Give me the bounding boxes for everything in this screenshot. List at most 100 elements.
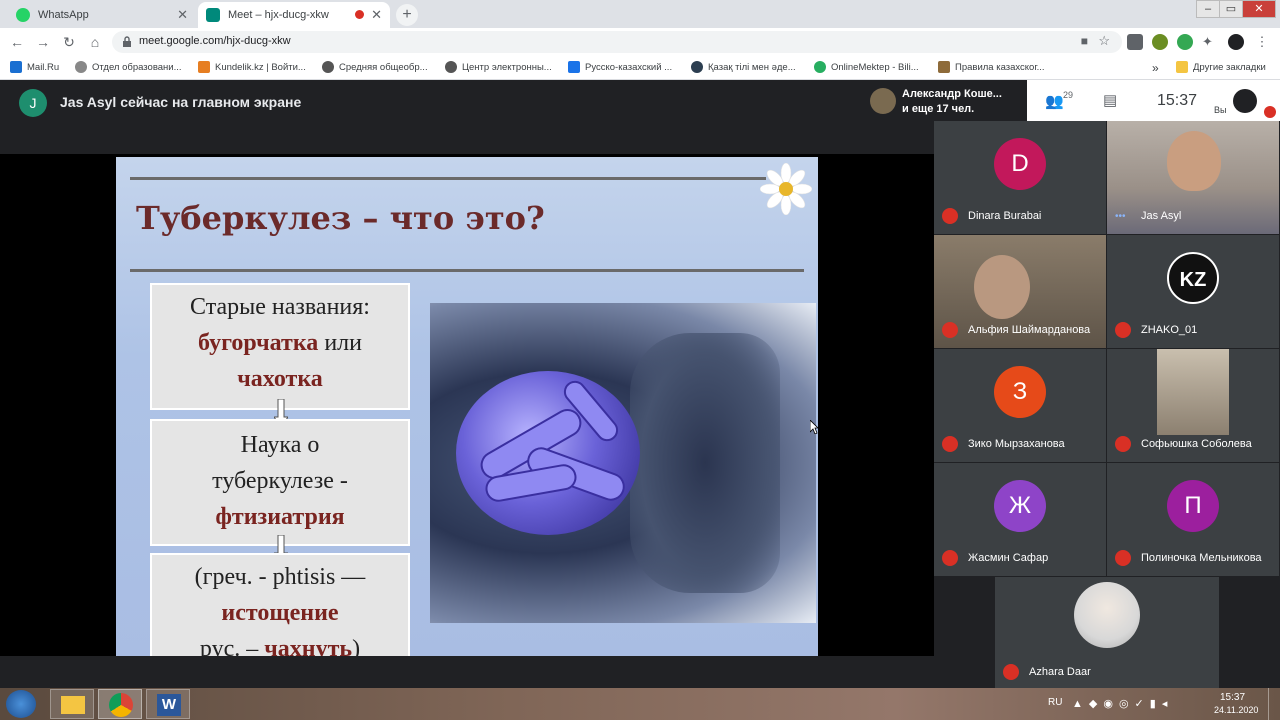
participant-tile[interactable]: П Полиночка Мельникова: [1107, 463, 1279, 576]
tab-whatsapp[interactable]: WhatsApp ✕: [8, 2, 196, 28]
recording-icon: [355, 10, 364, 19]
minimize-button[interactable]: –: [1196, 0, 1220, 18]
participant-video: [1157, 349, 1229, 435]
word-icon: W: [157, 694, 181, 716]
tray-date: 24.11.2020: [1214, 705, 1259, 715]
close-tab-icon[interactable]: ✕: [177, 7, 188, 23]
close-window-button[interactable]: ✕: [1242, 0, 1276, 18]
extension-grid-icon[interactable]: [1127, 34, 1143, 50]
mic-off-icon: [942, 208, 958, 224]
taskbar-word[interactable]: W: [146, 689, 190, 719]
home-icon[interactable]: ⌂: [86, 33, 104, 51]
meet-icon: [206, 8, 220, 22]
bookmark-item[interactable]: Kundelik.kz | Войти...: [198, 61, 306, 73]
folder-icon: [61, 696, 85, 714]
slide-box-old-names: Старые названия: бугорчатка или чахотка: [150, 283, 410, 410]
participant-name: Полиночка Мельникова: [1141, 552, 1262, 564]
speaker-name: Александр Коше...: [902, 88, 1002, 100]
slide-box-science: Наука о туберкулезе - фтизиатрия: [150, 419, 410, 546]
bookmark-item[interactable]: Mail.Ru: [10, 61, 59, 73]
language-indicator[interactable]: RU: [1048, 697, 1062, 708]
speaker-card[interactable]: Александр Коше... и еще 17 чел.: [866, 82, 1026, 120]
participant-avatar: KZ: [1167, 252, 1219, 304]
bookmark-item[interactable]: Русско-казахский ...: [568, 61, 672, 73]
slide: Туберкулез – что это? Старые названия: б…: [116, 157, 818, 656]
participant-tile[interactable]: Альфия Шаймарданова: [934, 235, 1106, 348]
mic-off-icon: [942, 436, 958, 452]
meeting-clock: 15:37: [1157, 92, 1198, 109]
lung-shadow: [630, 333, 780, 593]
globe-icon: [322, 61, 334, 73]
participant-tile[interactable]: Ж Жасмин Сафар: [934, 463, 1106, 576]
other-bookmarks-folder[interactable]: Другие закладки: [1176, 61, 1266, 73]
participant-tile[interactable]: З Зико Мырзаханова: [934, 349, 1106, 462]
slide-divider: [130, 269, 804, 272]
bookmark-item[interactable]: Правила казахског...: [938, 61, 1045, 73]
tray-icons[interactable]: ▲◆◉◎✓▮◂: [1072, 697, 1173, 710]
back-icon[interactable]: ←: [8, 33, 26, 51]
participant-tile[interactable]: ••• Jas Asyl: [1107, 121, 1279, 234]
presenting-text: Jas Asyl сейчас на главном экране: [60, 94, 302, 110]
taskbar-chrome[interactable]: [98, 689, 142, 719]
mic-off-icon: [1115, 436, 1131, 452]
bookmark-item[interactable]: Қазақ тілі мен әде...: [691, 61, 796, 73]
start-button[interactable]: [6, 690, 36, 718]
self-mic-off-icon: [1264, 106, 1276, 118]
participant-avatar: [1074, 582, 1140, 648]
maximize-button[interactable]: ▭: [1219, 0, 1243, 18]
tab-meet[interactable]: Meet – hjx-ducg-xkw ✕: [198, 2, 390, 28]
participant-name: Dinara Burabai: [968, 210, 1042, 222]
show-desktop-button[interactable]: [1268, 688, 1280, 720]
mouse-cursor-icon: [809, 419, 819, 435]
participant-avatar: З: [994, 366, 1046, 418]
participant-video: [974, 255, 1030, 319]
close-tab-icon[interactable]: ✕: [371, 7, 382, 23]
folder-icon: [1176, 61, 1188, 73]
menu-icon[interactable]: ⋮: [1254, 34, 1270, 50]
bookmark-item[interactable]: Средняя общеобр...: [322, 61, 428, 73]
globe-icon: [445, 61, 457, 73]
browser-tab-strip: WhatsApp ✕ Meet – hjx-ducg-xkw ✕ + – ▭ ✕: [0, 0, 1280, 28]
presentation-stage: Туберкулез – что это? Старые названия: б…: [0, 154, 934, 656]
daisy-icon: [759, 162, 813, 216]
extensions-puzzle-icon[interactable]: ✦: [1202, 34, 1218, 50]
camera-icon[interactable]: ■: [1081, 34, 1088, 48]
people-icon[interactable]: 👥: [1045, 92, 1064, 110]
participant-video: [1167, 131, 1221, 191]
presentation-banner: J Jas Asyl сейчас на главном экране: [0, 80, 934, 124]
bookmark-item[interactable]: OnlineMektep - Bili...: [814, 61, 919, 73]
bookmark-item[interactable]: Отдел образовани...: [75, 61, 182, 73]
participant-avatar: Ж: [994, 480, 1046, 532]
mic-off-icon: [1003, 664, 1019, 680]
participant-tile[interactable]: Azhara Daar: [995, 577, 1219, 690]
forward-icon[interactable]: →: [34, 33, 52, 51]
check-extension-icon[interactable]: [1177, 34, 1193, 50]
self-label: Вы: [1214, 105, 1227, 115]
taskbar-explorer[interactable]: [50, 689, 94, 719]
chat-icon[interactable]: ▤: [1103, 91, 1117, 109]
address-bar[interactable]: meet.google.com/hjx-ducg-xkw ■ ☆: [112, 31, 1122, 53]
bookmark-item[interactable]: Центр электронны...: [445, 61, 552, 73]
participants-grid: D Dinara Burabai ••• Jas Asyl Альфия Шай…: [934, 121, 1280, 690]
people-count: 29: [1063, 90, 1074, 100]
lock-icon: [123, 36, 131, 47]
kundelik-icon: [198, 61, 210, 73]
new-tab-button[interactable]: +: [396, 4, 418, 26]
participant-avatar: П: [1167, 480, 1219, 532]
profile-avatar[interactable]: [1228, 34, 1244, 50]
extension-icon[interactable]: [1152, 34, 1168, 50]
onlinemektep-icon: [814, 61, 826, 73]
chest-xray-image: [430, 303, 816, 623]
star-icon[interactable]: ☆: [1098, 33, 1110, 49]
participant-tile[interactable]: Софьюшка Соболева: [1107, 349, 1279, 462]
presenter-avatar: J: [19, 89, 47, 117]
dictionary-icon: [568, 61, 580, 73]
reload-icon[interactable]: ↻: [60, 33, 78, 51]
participant-avatar: D: [994, 138, 1046, 190]
slide-title: Туберкулез – что это?: [136, 199, 545, 237]
participant-tile[interactable]: D Dinara Burabai: [934, 121, 1106, 234]
participant-name: ZHAKO_01: [1141, 324, 1198, 336]
bookmarks-more-button[interactable]: »: [1152, 61, 1159, 75]
participant-tile[interactable]: KZ ZHAKO_01: [1107, 235, 1279, 348]
chrome-icon: [109, 693, 133, 717]
